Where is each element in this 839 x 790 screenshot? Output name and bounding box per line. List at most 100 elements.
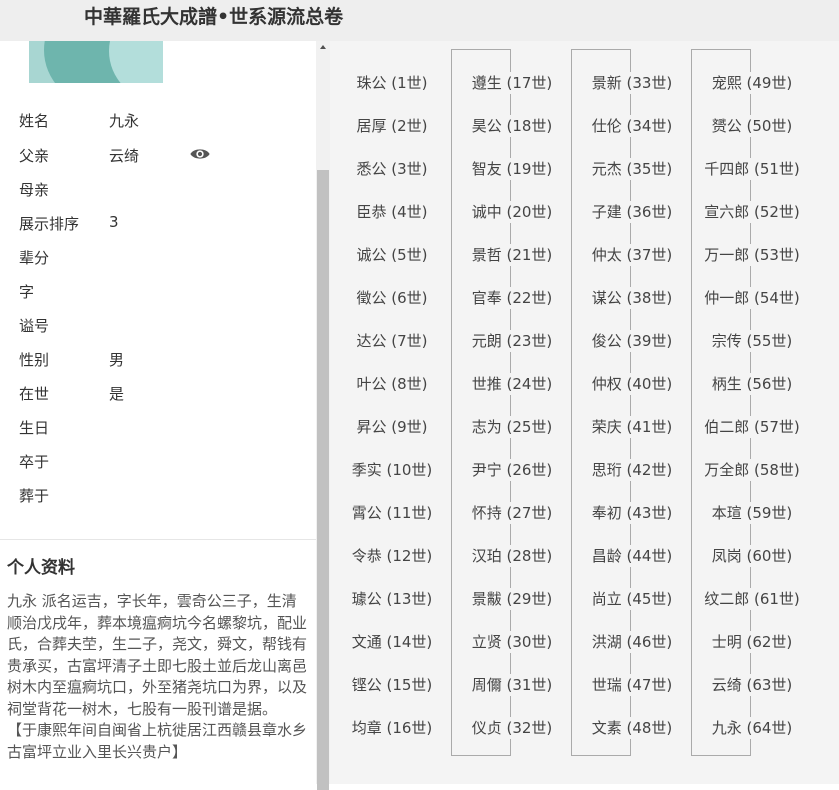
generation-item[interactable]: 季实 (10世) (349, 459, 435, 481)
generation-item[interactable]: 本瑄 (59世) (709, 502, 795, 524)
generation-item[interactable]: 仲权 (40世) (589, 373, 675, 395)
generation-item[interactable]: 昌龄 (44世) (589, 545, 675, 567)
generation-item[interactable]: 仪贞 (32世) (469, 717, 555, 739)
generation-item[interactable]: 宣六郎 (52世) (702, 201, 802, 223)
generation-item[interactable]: 仕伦 (34世) (589, 115, 675, 137)
generation-item[interactable]: 宗传 (55世) (709, 330, 795, 352)
generation-item[interactable]: 赟公 (50世) (709, 115, 795, 137)
generation-item[interactable]: 奉初 (43世) (589, 502, 675, 524)
generation-item[interactable]: 智友 (19世) (469, 158, 555, 180)
profile-field-row: 展示排序 3 (19, 213, 309, 235)
generation-item[interactable]: 遵生 (17世) (469, 72, 555, 94)
generation-item[interactable]: 徵公 (6世) (354, 287, 430, 309)
left-panel-scrollbar[interactable] (316, 41, 330, 790)
generation-item[interactable]: 诚中 (20世) (469, 201, 555, 223)
generation-item[interactable]: 景新 (33世) (589, 72, 675, 94)
profile-field-row: 谥号 (19, 315, 309, 337)
profile-field-label: 葬于 (19, 487, 50, 505)
profile-field-label: 辈分 (19, 249, 50, 267)
generation-item[interactable]: 伯二郎 (57世) (702, 416, 802, 438)
generation-item[interactable]: 万一郎 (53世) (702, 244, 802, 266)
generation-item[interactable]: 居厚 (2世) (354, 115, 430, 137)
generation-item[interactable]: 霄公 (11世) (349, 502, 435, 524)
generation-item[interactable]: 悉公 (3世) (354, 158, 430, 180)
generation-item[interactable]: 臣恭 (4世) (354, 201, 430, 223)
generation-item[interactable]: 仲一郎 (54世) (702, 287, 802, 309)
profile-field-row: 葬于 (19, 485, 309, 507)
profile-field-row: 在世 是 (19, 383, 309, 405)
bio-note: 【于康熙年间自闽省上杭徙居江西赣县章水乡古富坪立业入里长兴贵户】 (7, 721, 308, 761)
generation-item[interactable]: 仲太 (37世) (589, 244, 675, 266)
profile-field-label: 父亲 (19, 147, 50, 165)
profile-field-row: 性别 男 (19, 349, 309, 371)
generation-item[interactable]: 世推 (24世) (469, 373, 555, 395)
top-bar: 中華羅氏大成譜•世系源流总卷 (0, 0, 839, 41)
scroll-up-arrow-icon[interactable] (320, 45, 326, 49)
generation-item[interactable]: 汉珀 (28世) (469, 545, 555, 567)
profile-field-row: 生日 (19, 417, 309, 439)
generation-item[interactable]: 昊公 (18世) (469, 115, 555, 137)
generation-item[interactable]: 九永 (64世) (709, 717, 795, 739)
profile-field-label: 展示排序 (19, 215, 80, 233)
generation-item[interactable]: 士明 (62世) (709, 631, 795, 653)
profile-field-value: 男 (109, 351, 125, 369)
generation-item[interactable]: 子建 (36世) (589, 201, 675, 223)
generation-item[interactable]: 文通 (14世) (349, 631, 435, 653)
generation-item[interactable]: 万全郎 (58世) (702, 459, 802, 481)
generation-item[interactable]: 景哲 (21世) (469, 244, 555, 266)
generation-item[interactable]: 昇公 (9世) (354, 416, 430, 438)
section-divider (0, 539, 316, 540)
profile-field-row: 姓名 九永 (19, 110, 309, 132)
profile-field-label: 在世 (19, 385, 50, 403)
generation-item[interactable]: 叶公 (8世) (354, 373, 430, 395)
bio-heading: 个人资料 (7, 558, 75, 578)
generation-item[interactable]: 铿公 (15世) (349, 674, 435, 696)
generation-item[interactable]: 洪湖 (46世) (589, 631, 675, 653)
eye-icon[interactable] (189, 147, 211, 161)
generation-item[interactable]: 立贤 (30世) (469, 631, 555, 653)
generation-item[interactable]: 令恭 (12世) (349, 545, 435, 567)
generation-item[interactable]: 诚公 (5世) (354, 244, 430, 266)
page-title: 中華羅氏大成譜•世系源流总卷 (84, 6, 344, 28)
profile-field-row: 父亲 云绮 (19, 145, 309, 167)
profile-field-label: 姓名 (19, 112, 50, 130)
generation-item[interactable]: 世瑞 (47世) (589, 674, 675, 696)
generation-item[interactable]: 谋公 (38世) (589, 287, 675, 309)
generation-item[interactable]: 尚立 (45世) (589, 588, 675, 610)
profile-panel: 姓名 九永 父亲 云绮 母亲 展示排序 3 辈分字谥号 性别 男在世 是生日 卒于 葬于 个人资料 九永… (0, 41, 316, 784)
generation-item[interactable]: 均章 (16世) (349, 717, 435, 739)
profile-field-value: 3 (109, 213, 119, 231)
generation-item[interactable]: 思珩 (42世) (589, 459, 675, 481)
profile-field-value: 九永 (109, 112, 140, 130)
generation-item[interactable]: 景黻 (29世) (469, 588, 555, 610)
profile-field-row: 卒于 (19, 451, 309, 473)
generation-item[interactable]: 尹宁 (26世) (469, 459, 555, 481)
generation-item[interactable]: 凤岗 (60世) (709, 545, 795, 567)
generation-item[interactable]: 达公 (7世) (354, 330, 430, 352)
profile-field-label: 生日 (19, 419, 50, 437)
generation-item[interactable]: 柄生 (56世) (709, 373, 795, 395)
generation-item[interactable]: 宠熙 (49世) (709, 72, 795, 94)
generation-item[interactable]: 云绮 (63世) (709, 674, 795, 696)
scrollbar-thumb[interactable] (317, 170, 329, 790)
generation-item[interactable]: 元朗 (23世) (469, 330, 555, 352)
generation-item[interactable]: 千四郎 (51世) (702, 158, 802, 180)
generation-item[interactable]: 俊公 (39世) (589, 330, 675, 352)
generation-item[interactable]: 元杰 (35世) (589, 158, 675, 180)
profile-field-value[interactable]: 云绮 (109, 145, 139, 166)
generation-item[interactable]: 荣庆 (41世) (589, 416, 675, 438)
generation-item[interactable]: 志为 (25世) (469, 416, 555, 438)
profile-field-label: 字 (19, 283, 35, 301)
generation-item[interactable]: 文素 (48世) (589, 717, 675, 739)
generation-item[interactable]: 周儞 (31世) (469, 674, 555, 696)
profile-field-label: 谥号 (19, 317, 50, 335)
profile-field-row: 字 (19, 281, 309, 303)
generation-item[interactable]: 纹二郎 (61世) (702, 588, 802, 610)
profile-field-value: 是 (109, 385, 125, 403)
generation-item[interactable]: 官奉 (22世) (469, 287, 555, 309)
generation-item[interactable]: 怀持 (27世) (469, 502, 555, 524)
generation-item[interactable]: 珠公 (1世) (354, 72, 430, 94)
profile-field-row: 辈分 (19, 247, 309, 269)
generation-lineage-panel: 珠公 (1世) 居厚 (2世) 悉公 (3世) 臣恭 (4世) 诚公 (5世) 徵公 (6… (330, 41, 839, 784)
generation-item[interactable]: 璩公 (13世) (349, 588, 435, 610)
